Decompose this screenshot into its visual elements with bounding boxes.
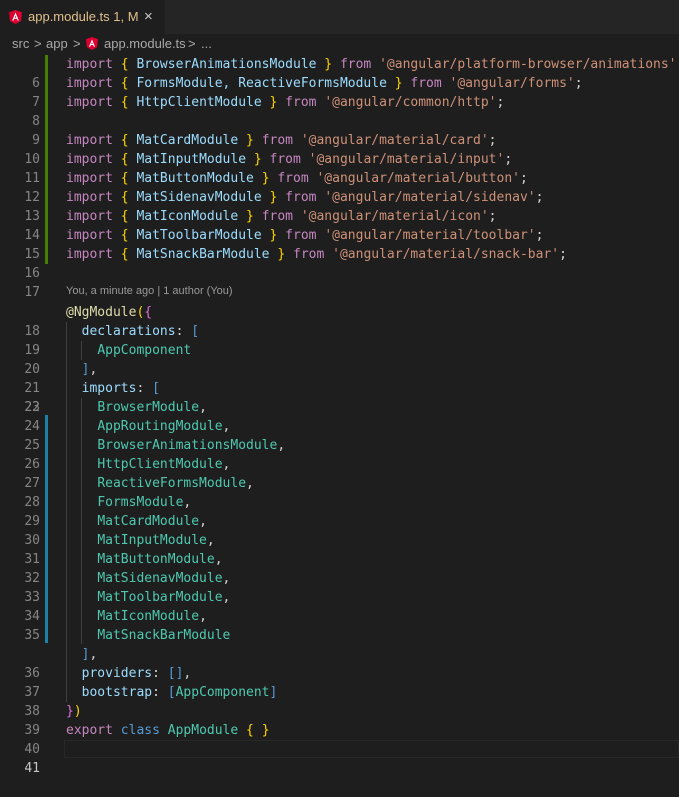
- code-line: 12 import { MatButtonModule } from '@ang…: [24, 171, 528, 205]
- code-line: 9: [32, 133, 40, 148]
- close-icon[interactable]: ×: [144, 9, 153, 25]
- chevron-right-icon: >: [73, 36, 81, 51]
- breadcrumb-more[interactable]: ...: [201, 36, 212, 51]
- code-line: 6 import { BrowserAnimationsModule } fro…: [32, 57, 679, 91]
- code-line: 32 MatSidenavModule,: [24, 571, 231, 586]
- chevron-right-icon: >: [188, 36, 196, 51]
- code-line: 33 MatToolbarModule,: [24, 590, 231, 605]
- code-line: 19 declarations: [: [24, 324, 200, 358]
- breadcrumb-src[interactable]: src: [12, 36, 29, 51]
- tab-bar: app.module.ts 1, M ×: [0, 0, 679, 34]
- code-line: 36 ],: [24, 647, 98, 681]
- code-line: 22 imports: [: [24, 381, 160, 415]
- chevron-right-icon: >: [34, 36, 42, 51]
- code-line: 23 BrowserModule,: [24, 400, 207, 415]
- code-line: 37 providers: [],: [24, 666, 192, 700]
- code-line: 39 }): [24, 704, 82, 738]
- code-line: 29 MatCardModule,: [24, 514, 207, 529]
- codelens-blame[interactable]: You, a minute ago | 1 author (You): [66, 285, 233, 297]
- angular-icon: [9, 10, 22, 24]
- breadcrumb: src > app > app.module.ts > ...: [0, 34, 679, 54]
- code-line: 13 import { MatSidenavModule } from '@an…: [24, 190, 544, 224]
- code-line: 15 import { MatToolbarModule } from '@an…: [24, 228, 544, 262]
- code-line: 11 import { MatInputModule } from '@angu…: [24, 152, 513, 186]
- code-line: 21 ],: [24, 362, 98, 396]
- code-line: 26 HttpClientModule,: [24, 457, 231, 472]
- code-line: 34 MatIconModule,: [24, 609, 207, 624]
- code-line: 10 import { MatCardModule } from '@angul…: [24, 133, 497, 167]
- code-line: 7 import { FormsModule, ReactiveFormsMod…: [32, 76, 583, 110]
- breadcrumb-app[interactable]: app: [46, 36, 68, 51]
- code-line: 40 export class AppModule { }: [24, 723, 270, 757]
- code-line: 31 MatButtonModule,: [24, 552, 223, 567]
- code-line: 28 FormsModule,: [24, 495, 192, 510]
- code-line: 8 import { HttpClientModule } from '@ang…: [32, 95, 505, 129]
- code-line: 16 import { MatSnackBarModule } from '@a…: [24, 247, 567, 281]
- code-line-current[interactable]: 41: [0, 740, 679, 776]
- code-line: 30 MatInputModule,: [24, 533, 215, 548]
- code-line: 14 import { MatIconModule } from '@angul…: [24, 209, 497, 243]
- code-line: 18 @NgModule({: [24, 305, 153, 339]
- tab-app-module[interactable]: app.module.ts 1, M ×: [0, 0, 165, 34]
- code-line: 25 BrowserAnimationsModule,: [24, 438, 286, 453]
- code-line: 20 AppComponent: [24, 343, 192, 377]
- angular-icon: [86, 37, 98, 50]
- breadcrumb-file[interactable]: app.module.ts: [104, 36, 186, 51]
- code-line: 17: [24, 285, 40, 300]
- tab-filename: app.module.ts 1, M: [28, 9, 139, 24]
- code-line: 24 AppRoutingModule,: [24, 419, 231, 434]
- code-line: 27 ReactiveFormsModule,: [24, 476, 254, 491]
- code-line: 38 bootstrap: [AppComponent]: [24, 685, 278, 719]
- code-line: 35 MatSnackBarModule: [24, 628, 231, 643]
